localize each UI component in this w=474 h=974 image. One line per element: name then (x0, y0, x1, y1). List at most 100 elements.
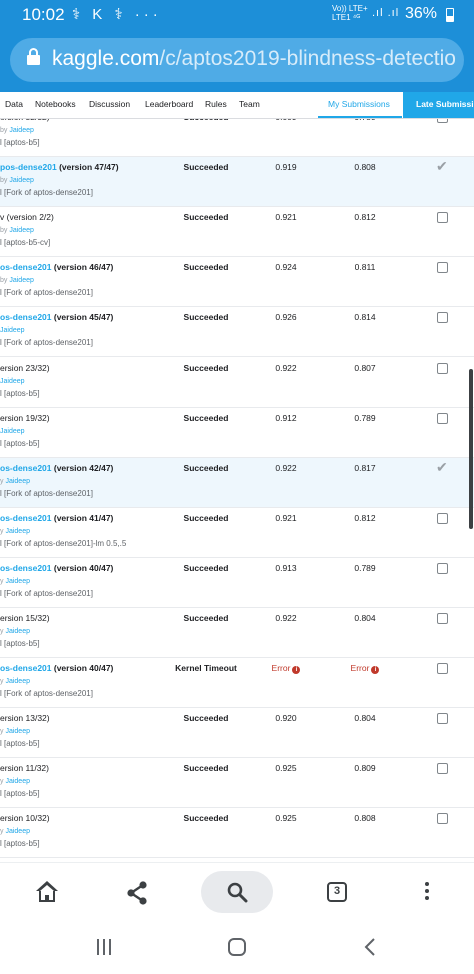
late-submission-button[interactable]: Late Submissi (403, 92, 474, 118)
author-link[interactable]: Jaideep (5, 728, 30, 735)
tab-my-submissions[interactable]: My Submissions (328, 99, 390, 109)
more-icon[interactable] (425, 882, 429, 902)
author-link[interactable]: Jaideep (5, 678, 30, 685)
submission-row: os-dense201 (version 40/47) y Jaideep l [F… (0, 558, 474, 608)
tab-team[interactable]: Team (239, 99, 260, 109)
select-checkbox[interactable] (437, 763, 448, 775)
submission-author: Jaideep (0, 428, 25, 435)
network-line-1: Vo)) LTE+ (332, 4, 368, 13)
back-icon[interactable] (363, 937, 377, 957)
submission-title: v (version 2/2) (0, 212, 54, 222)
tab-leaderboard[interactable]: Leaderboard (145, 99, 193, 109)
submission-author: by Jaideep (0, 277, 34, 284)
submission-status: Succeeded (183, 613, 229, 623)
error-info-icon[interactable]: i (292, 666, 301, 675)
submission-notebook-link[interactable]: os-dense201 (0, 463, 52, 473)
status-bar: 10:02 ⚕ K ⚕ ··· Vo)) LTE+ LTE1 ⁴ᴳ .ıl .ı… (0, 0, 474, 30)
author-link[interactable]: Jaideep (5, 628, 30, 635)
author-link[interactable]: Jaideep (9, 177, 34, 184)
tabs-icon[interactable]: 3 (327, 882, 347, 902)
submission-author: y Jaideep (0, 678, 30, 685)
select-checkbox[interactable] (437, 813, 448, 825)
select-checkbox[interactable] (437, 362, 448, 374)
author-link[interactable]: Jaideep (9, 127, 34, 134)
submission-row: os-dense201 (version 46/47) by Jaideep l [… (0, 257, 474, 308)
submission-notebook-link[interactable]: os-dense201 (0, 663, 52, 673)
public-score: 0.807 (354, 362, 376, 373)
lock-icon[interactable] (27, 48, 40, 65)
author-link[interactable]: Jaideep (9, 277, 34, 284)
submission-notebook-link[interactable]: os-dense201 (0, 262, 52, 272)
submission-row: ersion 32/32) by Jaideep l [aptos-b5] Succe… (0, 119, 474, 157)
notification-icons: ⚕ K ⚕ ··· (72, 6, 162, 23)
submission-notebook-link[interactable]: os-dense201 (0, 513, 52, 523)
private-score: 0.920 (275, 713, 297, 724)
error-info-icon[interactable]: i (371, 666, 380, 675)
tab-data[interactable]: Data (5, 99, 23, 109)
author-link[interactable]: Jaideep (5, 478, 30, 485)
author-link[interactable]: Jaideep (0, 378, 25, 385)
author-link[interactable]: Jaideep (5, 778, 30, 785)
home-circle-icon[interactable] (227, 937, 247, 957)
select-checkbox[interactable] (437, 412, 448, 424)
submission-status: Succeeded (183, 312, 229, 323)
private-score: 0.922 (275, 613, 297, 623)
public-score: 0.789 (354, 562, 376, 573)
author-link[interactable]: Jaideep (5, 528, 30, 535)
submission-title-pre: ersion 11/32) (0, 763, 49, 774)
private-score: Error i (260, 663, 312, 675)
select-checkbox[interactable] (437, 613, 448, 624)
submission-notebook-link[interactable]: pos-dense201 (0, 162, 57, 172)
recents-icon[interactable] (95, 938, 113, 956)
submission-notebook-link[interactable]: os-dense201 (0, 563, 52, 573)
tab-notebooks[interactable]: Notebooks (35, 99, 76, 109)
tab-discussion[interactable]: Discussion (89, 99, 130, 109)
submission-title-pre: ersion 32/32) (0, 119, 50, 122)
submission-description: l [Fork of aptos-dense201] (0, 689, 93, 699)
submission-title: os-dense201 (version 45/47) (0, 312, 113, 322)
select-checkbox[interactable] (437, 262, 448, 274)
select-checkbox[interactable] (437, 119, 448, 123)
competition-tabs: Data Notebooks Discussion Leaderboard Ru… (0, 92, 474, 119)
select-checkbox[interactable] (437, 713, 448, 725)
author-link[interactable]: Jaideep (0, 428, 25, 435)
tab-rules[interactable]: Rules (205, 99, 227, 109)
scrollbar-thumb[interactable] (469, 369, 473, 529)
author-link[interactable]: Jaideep (5, 828, 30, 835)
author-prefix: y (0, 828, 4, 836)
url-text[interactable]: kaggle.com/c/aptos2019-blindness-detecti… (52, 47, 456, 71)
clock: 10:02 (22, 5, 65, 24)
selected-checkmark-icon[interactable]: ✔ (436, 459, 448, 476)
select-checkbox[interactable] (437, 212, 448, 224)
public-score: 0.812 (354, 512, 376, 523)
submission-notebook-link[interactable]: os-dense201 (0, 312, 52, 322)
public-score: 0.817 (354, 462, 376, 473)
public-score: 0.804 (354, 613, 376, 623)
select-checkbox[interactable] (437, 663, 448, 675)
search-button[interactable] (201, 871, 273, 913)
submission-author: Jaideep (0, 327, 25, 334)
author-link[interactable]: Jaideep (0, 327, 25, 334)
submission-title: ersion 23/32) (0, 363, 50, 373)
public-score: 0.811 (354, 262, 376, 273)
select-checkbox[interactable] (437, 562, 448, 574)
url-field[interactable]: kaggle.com/c/aptos2019-blindness-detecti… (10, 38, 464, 82)
home-icon[interactable] (35, 881, 59, 903)
battery-icon (446, 8, 454, 22)
submission-status: Succeeded (170, 119, 242, 122)
select-checkbox[interactable] (437, 512, 448, 524)
select-checkbox[interactable] (437, 312, 448, 324)
author-prefix: y (0, 477, 4, 485)
submission-description: l [Fork of aptos-dense201] (0, 338, 93, 348)
submission-author: by Jaideep (0, 127, 34, 134)
share-icon[interactable] (125, 881, 149, 905)
submission-row: os-dense201 (version 41/47) y Jaideep l [F… (0, 508, 474, 558)
submission-status: Succeeded (183, 813, 229, 824)
author-link[interactable]: Jaideep (5, 578, 30, 585)
submission-title: pos-dense201 (version 47/47) (0, 162, 119, 172)
author-prefix: by (0, 227, 8, 235)
selected-checkmark-icon[interactable]: ✔ (436, 158, 448, 175)
author-link[interactable]: Jaideep (9, 227, 34, 234)
public-score: 0.809 (354, 763, 376, 774)
submission-author: y Jaideep (0, 828, 30, 835)
